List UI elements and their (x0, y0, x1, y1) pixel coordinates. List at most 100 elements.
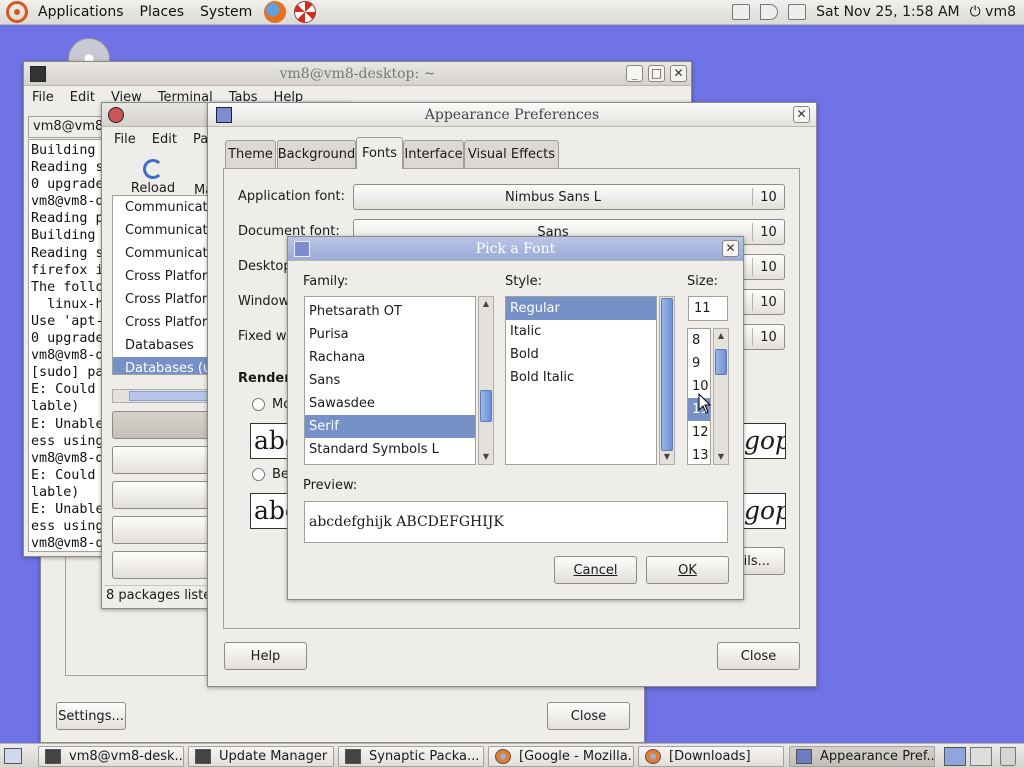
scroll-up-icon[interactable]: ▲ (479, 297, 493, 311)
network-icon[interactable] (732, 4, 751, 20)
style-item[interactable]: Italic (506, 320, 656, 343)
tab-interface[interactable]: Interface (403, 140, 464, 168)
size-scrollbar[interactable]: ▲ ▼ (713, 328, 729, 465)
workspace-2-icon[interactable] (970, 747, 992, 766)
clock[interactable]: Sat Nov 25, 1:58 AM (816, 4, 959, 20)
size-item[interactable]: 12 (688, 421, 710, 444)
appearance-close-button[interactable]: Close (717, 642, 800, 670)
menu-file[interactable]: File (24, 90, 62, 105)
terminal-titlebar[interactable]: vm8@vm8-desktop: ~ _ □ ✕ (24, 62, 691, 86)
monochrome-sample-right[interactable]: gop (740, 423, 786, 459)
minimize-icon[interactable]: _ (626, 65, 643, 82)
show-desktop-icon[interactable] (4, 748, 22, 764)
close-icon[interactable]: ✕ (722, 240, 739, 257)
family-item[interactable]: Standard Symbols L (305, 438, 475, 461)
size-item[interactable]: 13 (688, 444, 710, 464)
taskbar-button[interactable]: [Google - Mozilla... (488, 746, 634, 767)
bottom-panel: vm8@vm8-desk... Update Manager Synaptic Pa… (0, 743, 1024, 768)
family-item[interactable]: Serif (305, 415, 475, 438)
terminal-window-icon[interactable] (30, 66, 46, 82)
cancel-button[interactable]: Cancel (554, 556, 637, 584)
scroll-down-icon[interactable]: ▼ (714, 450, 728, 464)
appearance-title: Appearance Preferences (424, 106, 600, 123)
tab-background[interactable]: Background (277, 140, 356, 168)
application-font-button[interactable]: Nimbus Sans L 10 (353, 184, 785, 210)
applications-menu[interactable]: Applications (30, 4, 132, 20)
help-button-label: Help (250, 648, 281, 664)
mouse-pointer-icon (698, 393, 712, 414)
synaptic-window-icon[interactable] (108, 107, 124, 123)
preview-label: Preview: (303, 478, 358, 493)
preview-entry[interactable]: abcdefghijk ABCDEFGHIJK (304, 501, 728, 543)
taskbar-button[interactable]: Synaptic Packa... (338, 746, 484, 767)
update-close-button[interactable]: Close (547, 702, 630, 730)
desktop-font-label: Desktop (238, 259, 292, 274)
ubuntu-logo-icon[interactable] (6, 1, 28, 23)
tab-theme[interactable]: Theme (225, 140, 276, 168)
tab-interface-label: Interface (404, 147, 463, 162)
taskbar-label: [Downloads] (669, 749, 751, 764)
family-item[interactable]: Sans (305, 369, 475, 392)
trash-icon[interactable] (1000, 747, 1016, 766)
scroll-up-icon[interactable]: ▲ (714, 329, 728, 343)
style-item[interactable]: Bold (506, 343, 656, 366)
terminal-title: vm8@vm8-desktop: ~ (279, 65, 436, 82)
style-item[interactable]: Bold Italic (506, 366, 656, 389)
cancel-button-label: Cancel (573, 562, 618, 578)
monochrome-sample-left[interactable]: abc (250, 423, 290, 459)
family-item[interactable]: Purisa (305, 323, 475, 346)
appearance-titlebar[interactable]: Appearance Preferences ✕ (208, 103, 816, 127)
menu-edit[interactable]: Edit (62, 90, 103, 105)
family-item[interactable]: Rachana (305, 346, 475, 369)
close-icon[interactable]: ✕ (670, 65, 687, 82)
update-icon (195, 749, 211, 764)
taskbar-button[interactable]: [Downloads] (638, 746, 784, 767)
tab-visual-effects[interactable]: Visual Effects (464, 140, 559, 168)
tab-fonts[interactable]: Fonts (356, 137, 403, 169)
appearance-window-icon[interactable] (216, 107, 232, 123)
taskbar-button[interactable]: Appearance Pref... (789, 746, 935, 767)
maximize-icon[interactable]: □ (648, 65, 665, 82)
syn-menu-edit[interactable]: Edit (144, 132, 185, 147)
size-entry[interactable]: 11 (688, 296, 728, 321)
scroll-down-icon[interactable]: ▼ (660, 450, 674, 464)
pick-font-window-icon[interactable] (294, 241, 310, 257)
status-text: 8 packages listed (106, 588, 220, 603)
size-scroll-thumb[interactable] (715, 349, 727, 375)
best-shapes-radio[interactable] (252, 468, 265, 481)
style-list[interactable]: Regular Italic Bold Bold Italic (505, 296, 657, 465)
tab-fonts-label: Fonts (361, 146, 398, 161)
best-shapes-sample-right[interactable]: gop (740, 493, 786, 529)
family-item[interactable]: Phetsarath OT (305, 300, 475, 323)
firefox-launcher-icon[interactable] (264, 1, 287, 23)
application-font-name: Nimbus Sans L (504, 189, 601, 205)
help-button[interactable]: Help (224, 642, 307, 670)
pick-font-titlebar[interactable]: Pick a Font ✕ (288, 237, 743, 261)
size-item[interactable]: 8 (688, 329, 710, 352)
places-menu[interactable]: Places (132, 4, 193, 20)
reload-button[interactable]: Reload (122, 157, 184, 199)
family-scrollbar[interactable]: ▲ ▼ (478, 296, 494, 465)
workspace-1-icon[interactable] (944, 747, 966, 766)
scroll-down-icon[interactable]: ▼ (479, 450, 493, 464)
volume-icon[interactable] (760, 4, 779, 20)
family-list[interactable]: Phetsarath OT Purisa Rachana Sans Sawasdee Se… (304, 296, 476, 465)
style-scrollbar[interactable]: ▼ (659, 296, 675, 465)
size-item[interactable]: 9 (688, 352, 710, 375)
user-switcher[interactable]: ⏻ vm8 (970, 4, 1016, 20)
monochrome-radio[interactable] (252, 398, 265, 411)
close-icon[interactable]: ✕ (793, 106, 810, 123)
family-scroll-thumb[interactable] (480, 390, 492, 422)
settings-button[interactable]: Settings... (56, 702, 126, 730)
ok-button[interactable]: OK (646, 556, 729, 584)
best-shapes-sample-left[interactable]: abc (250, 493, 290, 529)
taskbar-button[interactable]: Update Manager (188, 746, 334, 767)
syn-menu-file[interactable]: File (102, 132, 144, 147)
mail-icon[interactable] (788, 4, 807, 20)
style-item[interactable]: Regular (506, 297, 656, 320)
family-item[interactable]: Sawasdee (305, 392, 475, 415)
taskbar-button[interactable]: vm8@vm8-desk... (38, 746, 184, 767)
help-launcher-icon[interactable] (294, 1, 317, 23)
style-scroll-thumb[interactable] (661, 298, 673, 451)
system-menu[interactable]: System (192, 4, 260, 20)
